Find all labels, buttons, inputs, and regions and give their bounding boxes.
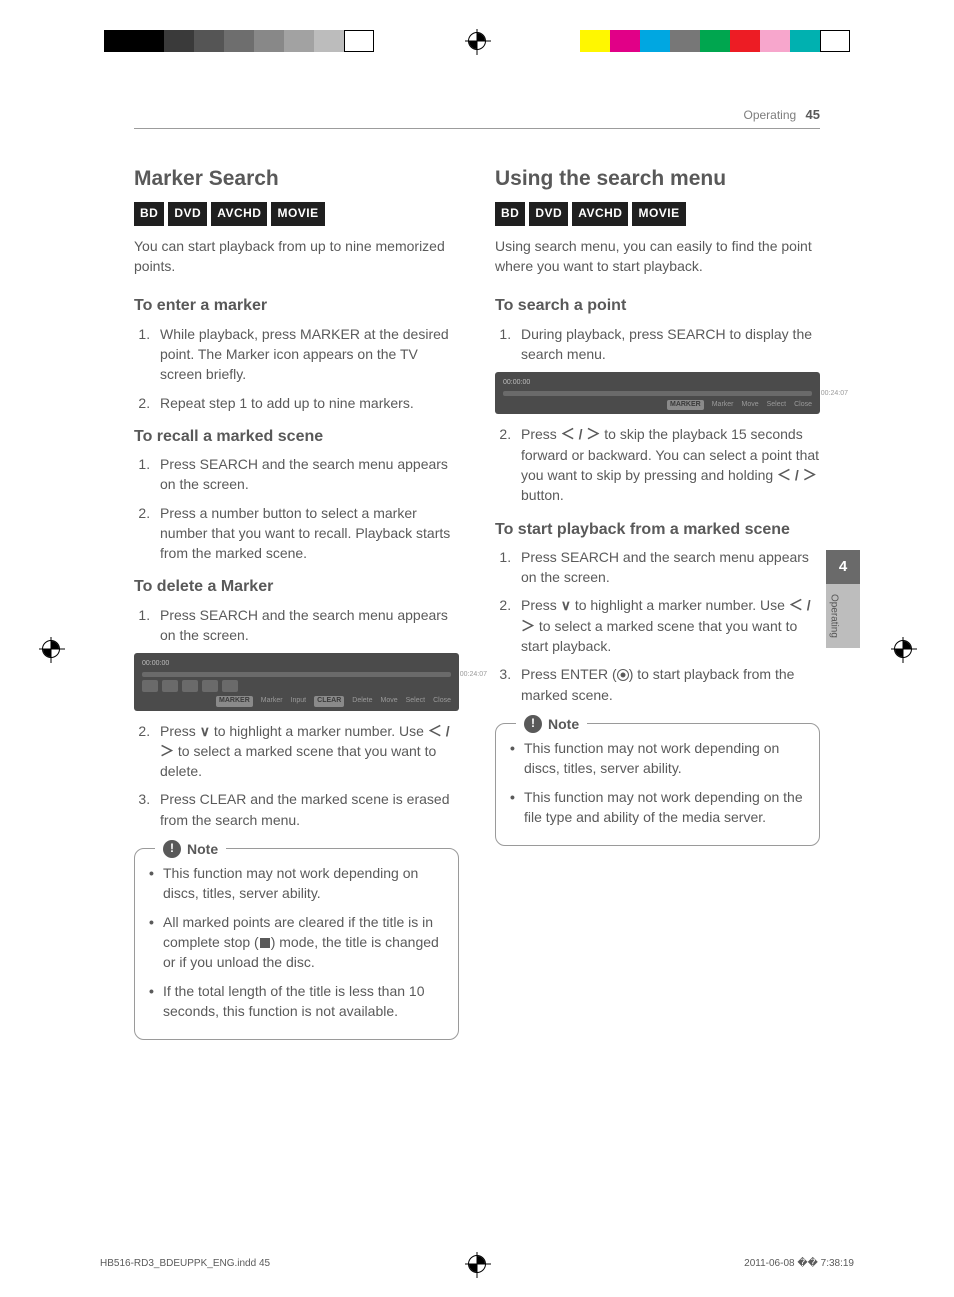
subheading: To start playback from a marked scene [495,518,820,541]
list-item: Press SEARCH and the search menu appears… [154,605,459,646]
note-item: This function may not work depending on … [149,863,444,904]
format-badges: BD DVD AVCHD MOVIE [495,202,820,225]
enter-icon [617,669,629,681]
progress-bar: 00:24:07 [142,672,451,677]
note-icon: ! [524,715,542,733]
down-arrow-icon: ∨ [561,597,571,613]
screenshot-footer: MARKERMarker MoveSelectClose [503,400,812,410]
chapter-tab: 4 Operating [826,550,860,648]
ordered-list: Press SEARCH and the search menu appears… [134,454,459,563]
note-item: All marked points are cleared if the tit… [149,912,444,973]
registration-target-icon [468,32,486,50]
list-item: While playback, press MARKER at the desi… [154,324,459,385]
down-arrow-icon: ∨ [200,723,210,739]
section-name: Operating [743,108,796,122]
note-item: If the total length of the title is less… [149,981,444,1022]
note-box: ! Note This function may not work depend… [495,723,820,846]
note-icon: ! [163,840,181,858]
note-label: Note [548,714,579,734]
ordered-list: Press ∨ to highlight a marker number. Us… [134,721,459,830]
registration-marks [0,0,954,56]
badge-dvd: DVD [529,202,568,225]
registration-target-icon [468,1255,486,1273]
page-number: 45 [806,107,820,122]
heading-search-menu: Using the search menu [495,164,820,194]
timecode: 00:00:00 [142,659,451,669]
heading-marker-search: Marker Search [134,164,459,194]
screenshot-footer: MARKERMarker Input CLEARDelete MoveSelec… [142,696,451,706]
subheading: To search a point [495,294,820,317]
subheading: To enter a marker [134,294,459,317]
list-item: Press ＜ / ＞ to skip the playback 15 seco… [515,424,820,505]
marker-chips [142,680,451,692]
color-swatches [580,30,850,52]
list-item: Press a number button to select a marker… [154,503,459,564]
ordered-list: Press SEARCH and the search menu appears… [134,605,459,646]
badge-movie: MOVIE [632,202,685,225]
badge-movie: MOVIE [271,202,324,225]
footer-filename: HB516-RD3_BDEUPPK_ENG.indd 45 [100,1257,270,1272]
timecode: 00:00:00 [503,378,812,388]
left-right-arrow-icon: ＜ / ＞ [777,467,817,483]
header-rule [134,128,820,129]
badge-bd: BD [495,202,525,225]
registration-target-icon [42,640,60,658]
note-label: Note [187,839,218,859]
chapter-number: 4 [826,550,860,584]
left-right-arrow-icon: ＜ / ＞ [561,426,601,442]
intro-text: Using search menu, you can easily to fin… [495,236,820,277]
left-column: Marker Search BD DVD AVCHD MOVIE You can… [134,164,459,1040]
badge-dvd: DVD [168,202,207,225]
format-badges: BD DVD AVCHD MOVIE [134,202,459,225]
badge-bd: BD [134,202,164,225]
footer-timestamp: 2011-06-08 �� 7:38:19 [744,1257,854,1272]
ordered-list: Press ＜ / ＞ to skip the playback 15 seco… [495,424,820,505]
right-column: Using the search menu BD DVD AVCHD MOVIE… [495,164,820,1040]
page-header: Operating 45 [743,106,820,125]
note-box: ! Note This function may not work depend… [134,848,459,1040]
subheading: To recall a marked scene [134,425,459,448]
print-footer: HB516-RD3_BDEUPPK_ENG.indd 45 2011-06-08… [100,1257,854,1272]
ordered-list: While playback, press MARKER at the desi… [134,324,459,413]
ordered-list: Press SEARCH and the search menu appears… [495,547,820,705]
note-item: This function may not work depending on … [510,738,805,779]
badge-avchd: AVCHD [211,202,267,225]
progress-bar: 00:24:07 [503,391,812,396]
search-menu-screenshot: 00:00:00 00:24:07 MARKERMarker MoveSelec… [495,372,820,414]
subheading: To delete a Marker [134,575,459,598]
chapter-label: Operating [826,584,860,648]
search-menu-screenshot: 00:00:00 00:24:07 MARKERMarker Input CLE… [134,653,459,710]
list-item: Press ∨ to highlight a marker number. Us… [154,721,459,782]
note-header: ! Note [516,714,587,734]
list-item: During playback, press SEARCH to display… [515,324,820,365]
badge-avchd: AVCHD [572,202,628,225]
intro-text: You can start playback from up to nine m… [134,236,459,277]
note-item: This function may not work depending on … [510,787,805,828]
list-item: Press CLEAR and the marked scene is eras… [154,789,459,830]
stop-icon [260,938,270,948]
page-content: Operating 45 4 Operating Marker Search B… [100,100,854,1217]
grayscale-swatches [104,30,374,52]
registration-target-icon [894,640,912,658]
list-item: Press ENTER () to start playback from th… [515,664,820,705]
list-item: Press SEARCH and the search menu appears… [154,454,459,495]
list-item: Repeat step 1 to add up to nine markers. [154,393,459,413]
ordered-list: During playback, press SEARCH to display… [495,324,820,365]
list-item: Press SEARCH and the search menu appears… [515,547,820,588]
list-item: Press ∨ to highlight a marker number. Us… [515,595,820,656]
note-header: ! Note [155,839,226,859]
